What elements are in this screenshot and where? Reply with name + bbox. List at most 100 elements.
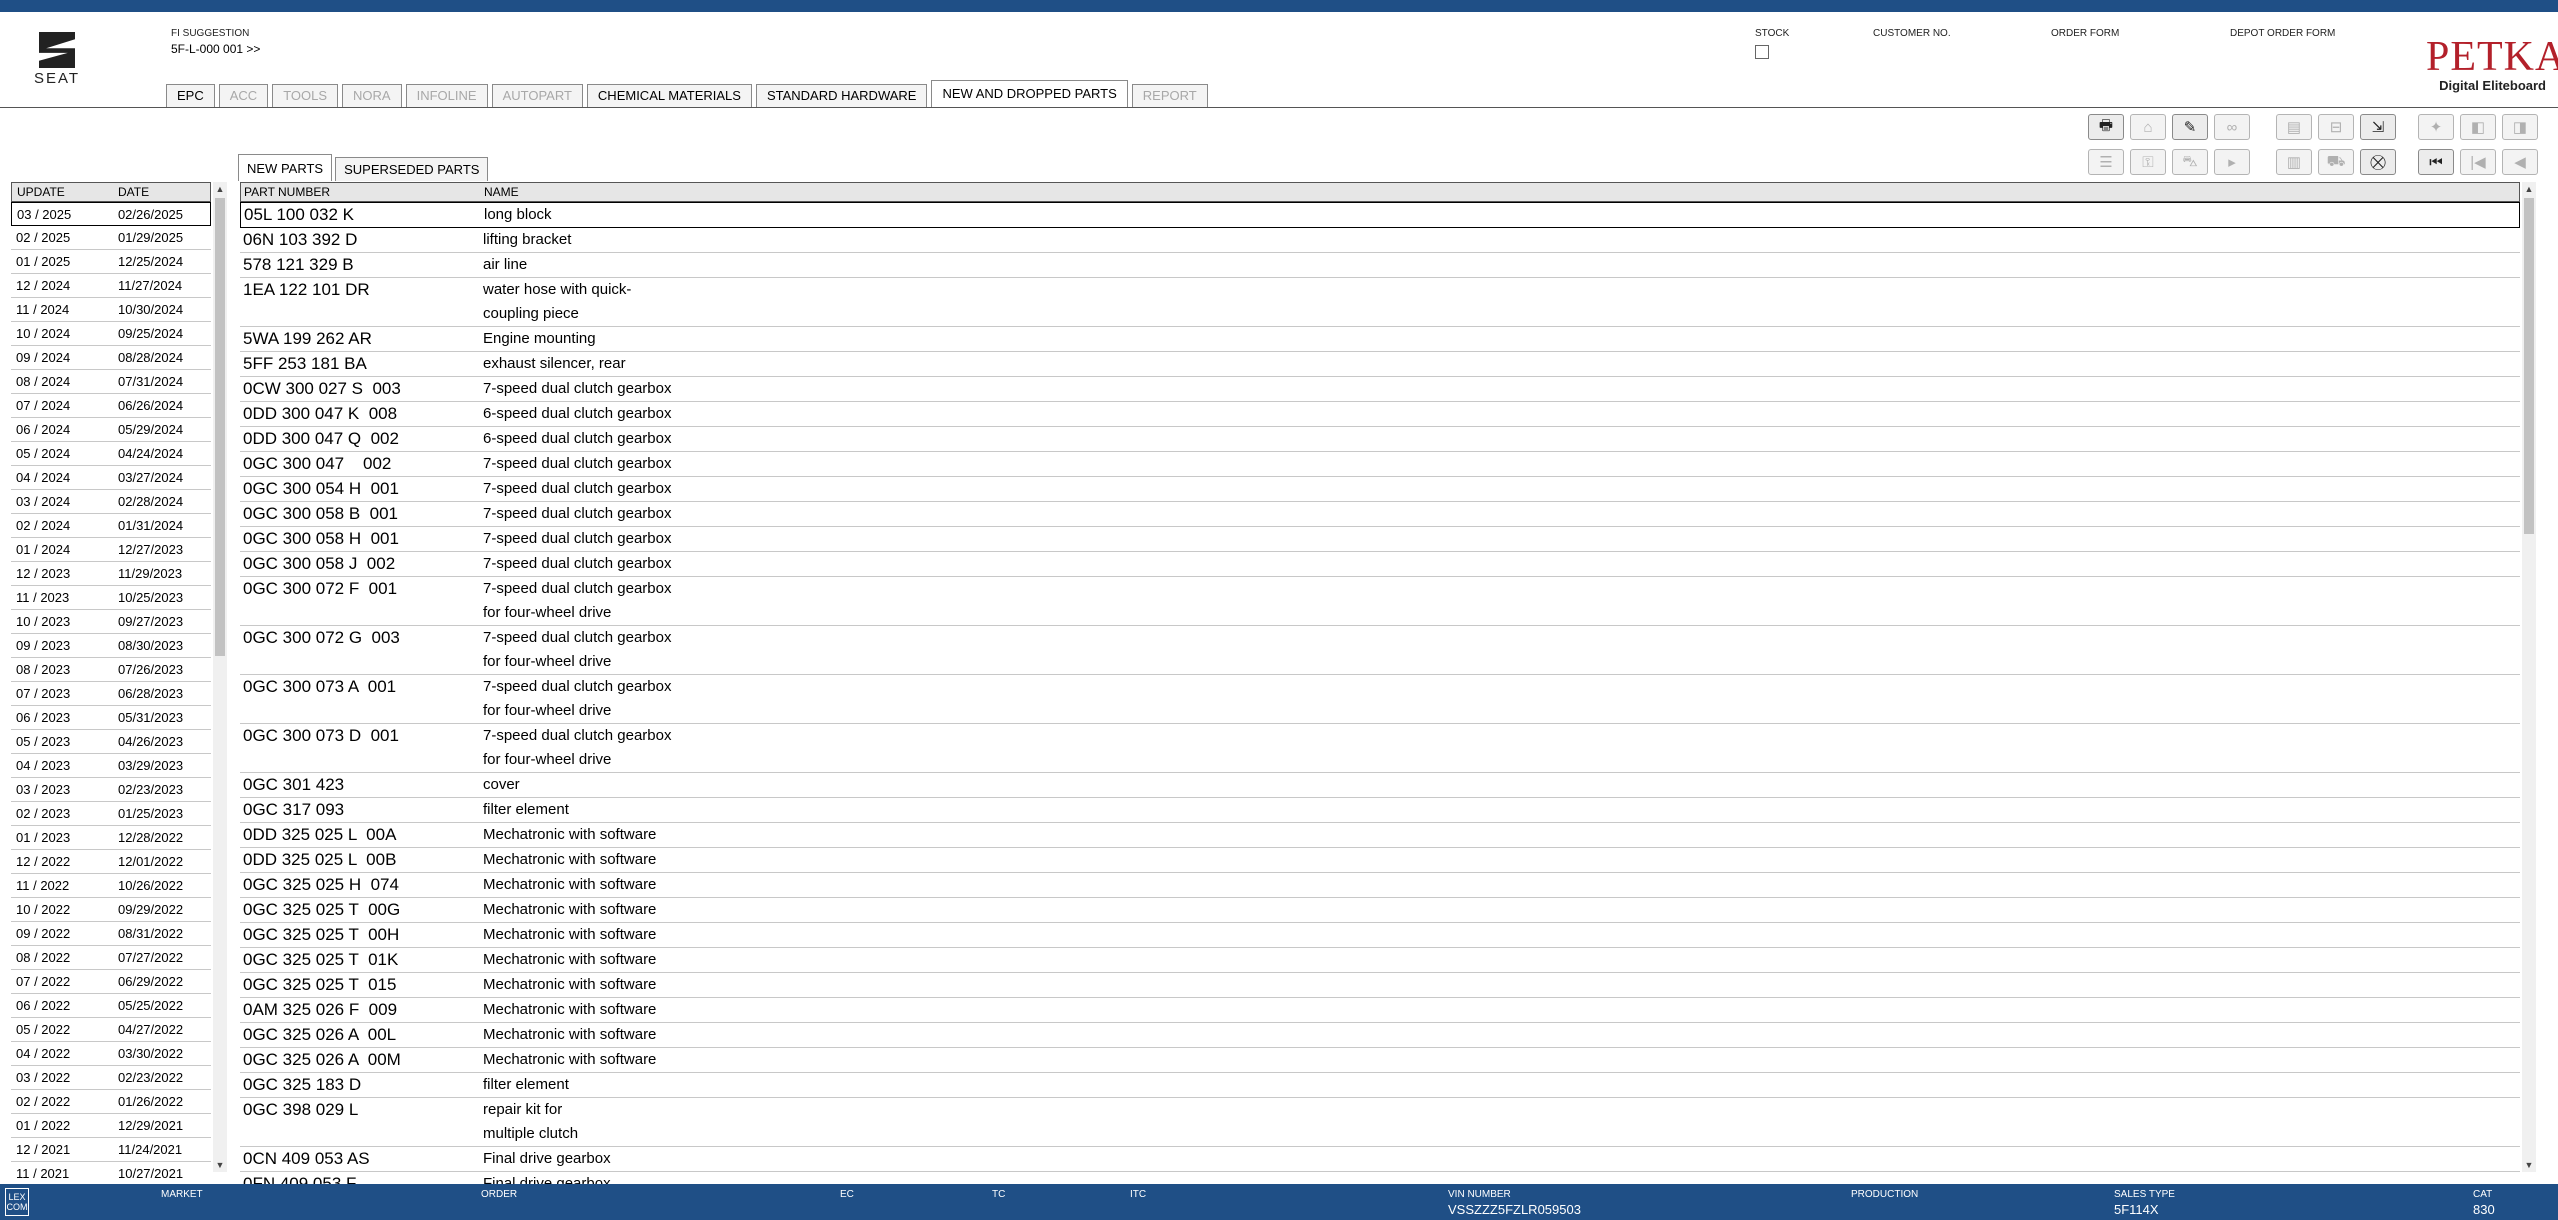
back-button[interactable]: ◀ [2502,149,2538,175]
part-row[interactable]: 0GC 300 072 G 003 7-speed dual clutch gea… [240,626,2520,675]
update-row[interactable]: 05 / 2023 04/26/2023 [11,730,211,754]
update-row[interactable]: 10 / 2023 09/27/2023 [11,610,211,634]
update-row[interactable]: 02 / 2022 01/26/2022 [11,1090,211,1114]
part-row[interactable]: 0CW 300 027 S 003 7-speed dual clutch gea… [240,377,2520,402]
first-page-button[interactable]: ⏮ [2418,149,2454,175]
part-row[interactable]: 0DD 325 025 L 00A Mechatronic with softwa… [240,823,2520,848]
part-row[interactable]: 5WA 199 262 AR Engine mounting [240,327,2520,352]
scrollbar-thumb[interactable] [2524,198,2534,534]
update-row[interactable]: 06 / 2022 05/25/2022 [11,994,211,1018]
part-row[interactable]: 0CN 409 053 AS Final drive gearbox [240,1147,2520,1172]
part-row[interactable]: 0GC 398 029 L repair kit for multiple clut… [240,1098,2520,1147]
tab-epc[interactable]: EPC [166,84,215,108]
cart-button[interactable]: ⛒ [2360,149,2396,175]
part-row[interactable]: 0GC 300 047 002 7-speed dual clutch gearb… [240,452,2520,477]
part-row[interactable]: 0GC 300 058 B 001 7-speed dual clutch gea… [240,502,2520,527]
cart-arrow-button[interactable]: ⇲ [2360,114,2396,140]
tab-superseded-parts[interactable]: SUPERSEDED PARTS [335,157,489,181]
name-column-header[interactable]: NAME [484,183,2519,201]
part-row[interactable]: 578 121 329 B air line [240,253,2520,278]
part-row[interactable]: 5FF 253 181 BA exhaust silencer, rear [240,352,2520,377]
scrollbar-thumb[interactable] [215,198,225,656]
update-row[interactable]: 12 / 2024 11/27/2024 [11,274,211,298]
part-row[interactable]: 0GC 325 025 T 00G Mechatronic with softwa… [240,898,2520,923]
update-row[interactable]: 11 / 2023 10/25/2023 [11,586,211,610]
car-pencil-button[interactable]: ✎ [2172,114,2208,140]
update-row[interactable]: 07 / 2022 06/29/2022 [11,970,211,994]
update-row[interactable]: 10 / 2024 09/25/2024 [11,322,211,346]
update-row[interactable]: 12 / 2023 11/29/2023 [11,562,211,586]
part-row[interactable]: 0GC 301 423 cover [240,773,2520,798]
update-row[interactable]: 01 / 2023 12/28/2022 [11,826,211,850]
update-row[interactable]: 11 / 2021 10/27/2021 [11,1162,211,1186]
update-row[interactable]: 06 / 2024 05/29/2024 [11,418,211,442]
part-row[interactable]: 0DD 300 047 Q 002 6-speed dual clutch gea… [240,427,2520,452]
part-row[interactable]: 0GC 325 025 T 015 Mechatronic with softwa… [240,973,2520,998]
update-row[interactable]: 09 / 2023 08/30/2023 [11,634,211,658]
page-next-button[interactable]: ◨ [2502,114,2538,140]
page-prev-button[interactable]: ◧ [2460,114,2496,140]
glasses-button[interactable]: ∞ [2214,114,2250,140]
update-row[interactable]: 02 / 2023 01/25/2023 [11,802,211,826]
update-row[interactable]: 04 / 2024 03/27/2024 [11,466,211,490]
part-row[interactable]: 0GC 325 025 T 01K Mechatronic with softwa… [240,948,2520,973]
list-button[interactable]: ☰ [2088,149,2124,175]
tab-new-and-dropped-parts[interactable]: NEW AND DROPPED PARTS [931,80,1128,108]
date-column-header[interactable]: DATE [118,183,210,201]
part-row[interactable]: 0GC 300 073 A 001 7-speed dual clutch gea… [240,675,2520,724]
update-row[interactable]: 11 / 2024 10/30/2024 [11,298,211,322]
update-column-header[interactable]: UPDATE [12,183,118,201]
part-row[interactable]: 0DD 325 025 L 00B Mechatronic with softwa… [240,848,2520,873]
part-row[interactable]: 0GC 300 072 F 001 7-speed dual clutch gea… [240,577,2520,626]
order-form-button[interactable]: ▤ [2276,114,2312,140]
part-row[interactable]: 06N 103 392 D lifting bracket [240,228,2520,253]
part-row[interactable]: 0GC 325 183 D filter element [240,1073,2520,1098]
update-row[interactable]: 03 / 2022 02/23/2022 [11,1066,211,1090]
update-row[interactable]: 01 / 2024 12/27/2023 [11,538,211,562]
key-button[interactable]: ⚿ [2130,149,2166,175]
stamp-button[interactable]: ⌂ [2130,114,2166,140]
part-row[interactable]: 0GC 325 025 T 00H Mechatronic with softwa… [240,923,2520,948]
part-row[interactable]: 0GC 300 058 J 002 7-speed dual clutch gea… [240,552,2520,577]
part-row[interactable]: 0GC 317 093 filter element [240,798,2520,823]
update-row[interactable]: 09 / 2022 08/31/2022 [11,922,211,946]
part-number-column-header[interactable]: PART NUMBER [241,183,484,201]
part-row[interactable]: 1EA 122 101 DR water hose with quick-coup… [240,278,2520,327]
update-row[interactable]: 04 / 2022 03/30/2022 [11,1042,211,1066]
update-row[interactable]: 11 / 2022 10/26/2022 [11,874,211,898]
basket-button[interactable]: ⊟ [2318,114,2354,140]
part-row[interactable]: 0DD 300 047 K 008 6-speed dual clutch gea… [240,402,2520,427]
tab-new-parts[interactable]: NEW PARTS [238,154,333,181]
part-row[interactable]: 0GC 300 058 H 001 7-speed dual clutch gea… [240,527,2520,552]
update-row[interactable]: 01 / 2025 12/25/2024 [11,250,211,274]
fi-suggestion-link[interactable]: 5F-L-000 001 >> [171,42,260,56]
update-row[interactable]: 04 / 2023 03/29/2023 [11,754,211,778]
update-row[interactable]: 12 / 2021 11/24/2021 [11,1138,211,1162]
truck-button[interactable]: ⛟ [2318,149,2354,175]
phone-button[interactable]: ▥ [2276,149,2312,175]
pin-button[interactable]: ✦ [2418,114,2454,140]
scroll-up-icon[interactable]: ▲ [2522,182,2536,196]
scroll-down-icon[interactable]: ▼ [2522,1158,2536,1172]
update-row[interactable]: 08 / 2024 07/31/2024 [11,370,211,394]
update-row[interactable]: 09 / 2024 08/28/2024 [11,346,211,370]
tab-chemical-materials[interactable]: CHEMICAL MATERIALS [586,84,752,108]
part-row[interactable]: 05L 100 032 K long block [240,202,2520,228]
part-row[interactable]: 0GC 325 025 H 074 Mechatronic with softwa… [240,873,2520,898]
update-row[interactable]: 06 / 2023 05/31/2023 [11,706,211,730]
part-row[interactable]: 0AM 325 026 F 009 Mechatronic with softwa… [240,998,2520,1023]
part-row[interactable]: 0GC 325 026 A 00M Mechatronic with softwa… [240,1048,2520,1073]
update-row[interactable]: 02 / 2024 01/31/2024 [11,514,211,538]
update-row[interactable]: 02 / 2025 01/29/2025 [11,226,211,250]
update-row[interactable]: 07 / 2023 06/28/2023 [11,682,211,706]
arrow-minus-button[interactable]: ▸ [2214,149,2250,175]
scroll-up-icon[interactable]: ▲ [213,182,227,196]
update-row[interactable]: 03 / 2024 02/28/2024 [11,490,211,514]
update-row[interactable]: 01 / 2022 12/29/2021 [11,1114,211,1138]
stock-checkbox[interactable] [1755,45,1769,59]
update-row[interactable]: 10 / 2022 09/29/2022 [11,898,211,922]
update-row[interactable]: 05 / 2022 04/27/2022 [11,1018,211,1042]
scroll-down-icon[interactable]: ▼ [213,1158,227,1172]
part-row[interactable]: 0GC 325 026 A 00L Mechatronic with softwa… [240,1023,2520,1048]
update-row[interactable]: 12 / 2022 12/01/2022 [11,850,211,874]
